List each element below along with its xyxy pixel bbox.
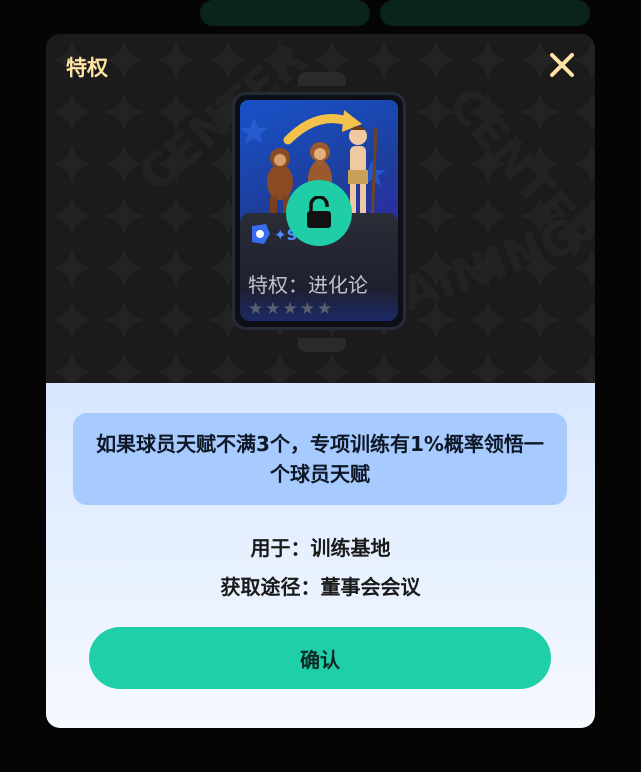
unlock-icon <box>307 196 331 228</box>
close-button[interactable] <box>545 48 579 82</box>
modal-body: 如果球员天赋不满3个，专项训练有1%概率领悟一个球员天赋 用于：训练基地 获取途… <box>46 383 595 728</box>
privilege-modal: CENTER CENTER TRAINING 特权 ✦S 特权：进化论 ★★★★… <box>46 34 595 728</box>
card-holder-top <box>298 72 346 86</box>
description-box: 如果球员天赋不满3个，专项训练有1%概率领悟一个球员天赋 <box>73 413 567 505</box>
background-pill <box>200 0 370 26</box>
modal-header-area: CENTER CENTER TRAINING 特权 ✦S 特权：进化论 ★★★★… <box>46 34 595 383</box>
close-icon <box>550 53 574 77</box>
source-text: 获取途径：董事会会议 <box>220 575 421 599</box>
card-name: 特权：进化论 <box>248 273 368 297</box>
background-pill <box>380 0 590 26</box>
card-stars: ★★★★★ <box>248 299 335 319</box>
modal-title: 特权 <box>66 56 108 80</box>
usage-text: 用于：训练基地 <box>250 536 391 560</box>
card-holder-bottom <box>298 338 346 352</box>
confirm-button[interactable]: 确认 <box>89 627 551 689</box>
description-text: 如果球员天赋不满3个，专项训练有1%概率领悟一个球员天赋 <box>96 432 544 486</box>
unlock-badge <box>286 180 352 246</box>
